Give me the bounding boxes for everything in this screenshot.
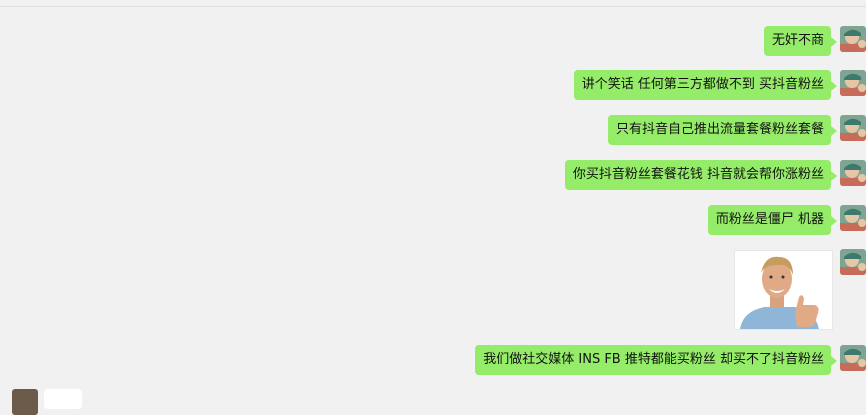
user-avatar-icon[interactable] — [840, 26, 866, 52]
message-bubble[interactable]: 无奸不商 — [763, 26, 838, 56]
message-bubble[interactable]: 你买抖音粉丝套餐花钱 抖音就会帮你涨粉丝 — [564, 160, 838, 190]
user-avatar-icon[interactable] — [840, 345, 866, 371]
user-avatar-icon[interactable] — [840, 205, 866, 231]
user-avatar-icon[interactable] — [840, 115, 866, 141]
message-bubble[interactable]: 我们做社交媒体 INS FB 推特都能买粉丝 却买不了抖音粉丝 — [475, 345, 837, 375]
message-bubble[interactable]: 而粉丝是僵尸 机器 — [707, 205, 838, 235]
user-avatar-icon[interactable] — [840, 70, 866, 96]
message-bubble[interactable]: 讲个笑话 任何第三方都做不到 买抖音粉丝 — [573, 70, 838, 100]
top-divider — [0, 6, 866, 7]
message-bubble[interactable]: 只有抖音自己推出流量套餐粉丝套餐 — [607, 115, 838, 145]
contact-avatar-icon[interactable] — [12, 389, 38, 415]
thumbs-up-man-photo[interactable] — [734, 250, 833, 330]
user-avatar-icon[interactable] — [840, 249, 866, 275]
incoming-message-bubble[interactable] — [44, 389, 82, 409]
user-avatar-icon[interactable] — [840, 160, 866, 186]
